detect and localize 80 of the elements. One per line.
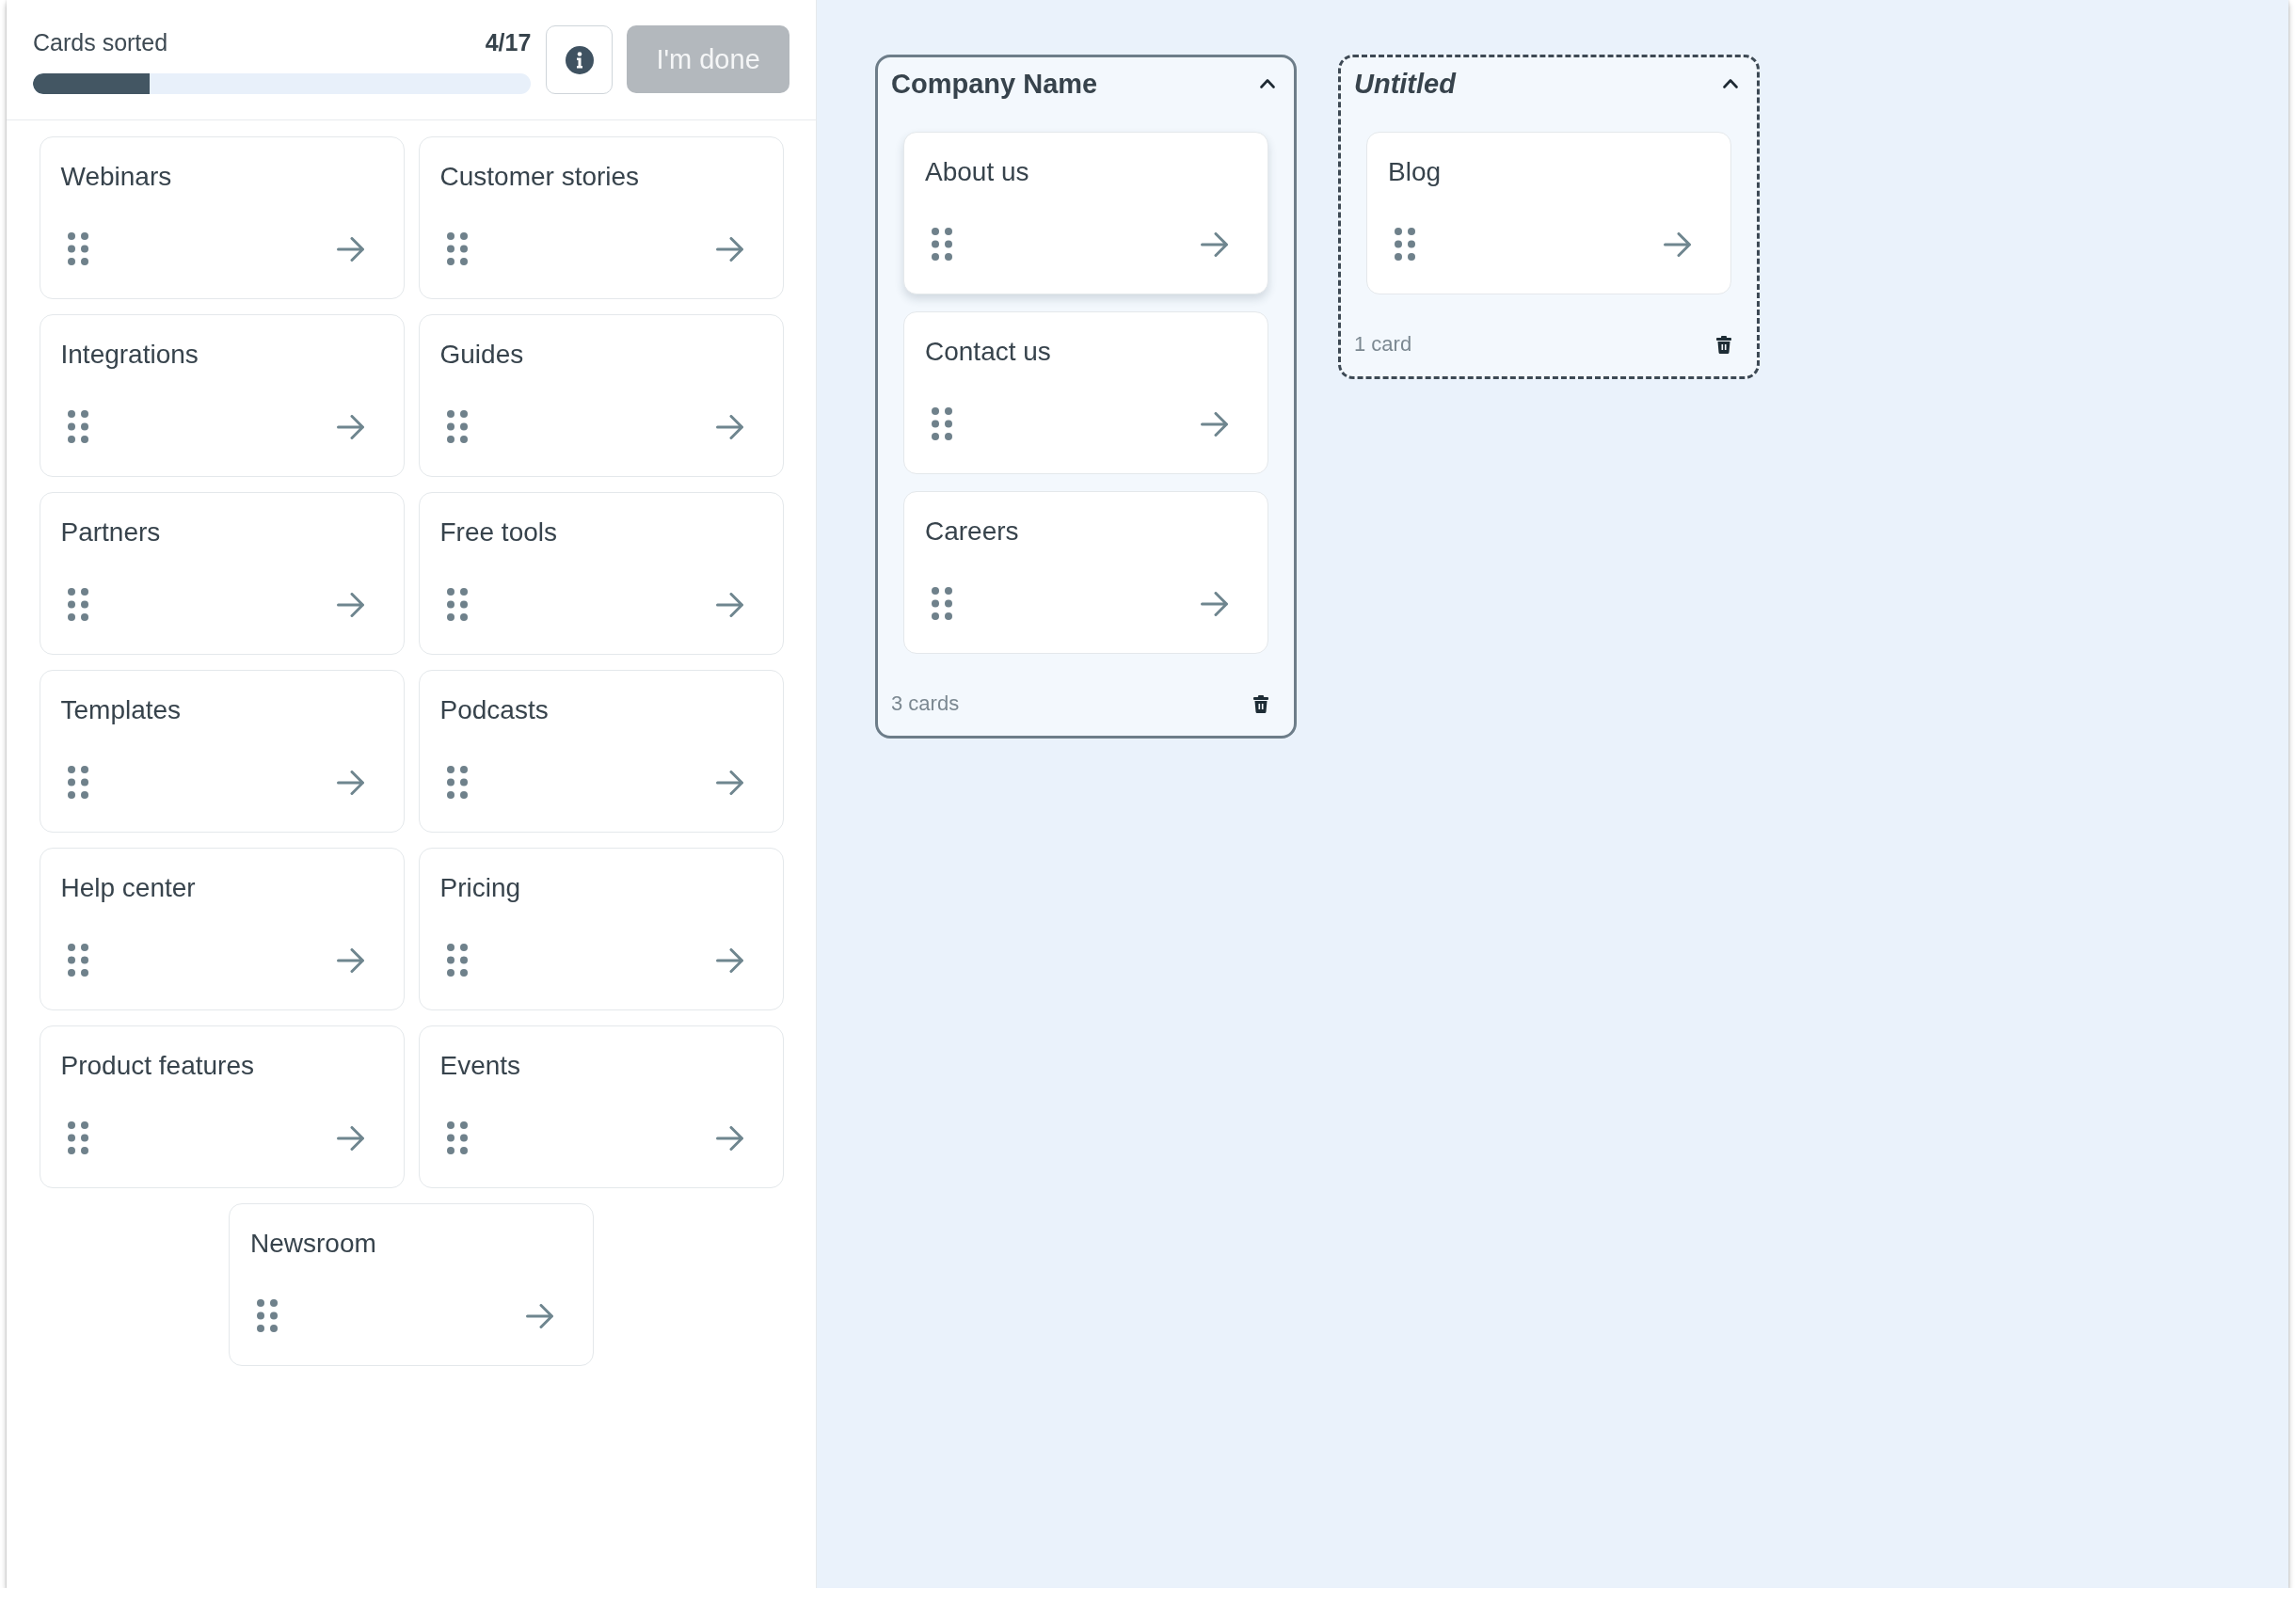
sort-card[interactable]: Help center xyxy=(39,848,405,1010)
sort-card[interactable]: Guides xyxy=(418,314,784,477)
card-title: Blog xyxy=(1388,156,1442,188)
info-icon xyxy=(565,45,594,74)
drag-handle-icon[interactable] xyxy=(67,1121,88,1154)
sort-card[interactable]: Webinars xyxy=(39,136,405,299)
sort-card[interactable]: Pricing xyxy=(418,848,784,1010)
card-title: Webinars xyxy=(60,161,172,193)
arrow-right-icon[interactable] xyxy=(715,414,743,439)
card-title: Templates xyxy=(60,694,182,726)
card-title: Help center xyxy=(60,872,196,904)
arrow-right-icon[interactable] xyxy=(336,592,364,617)
sort-card[interactable]: About us xyxy=(903,132,1268,294)
drag-handle-icon[interactable] xyxy=(67,588,88,621)
sort-card[interactable]: Newsroom xyxy=(229,1203,594,1366)
sort-card[interactable]: Customer stories xyxy=(418,136,784,299)
arrow-right-icon[interactable] xyxy=(715,236,743,262)
card-title: Free tools xyxy=(439,516,557,548)
info-button[interactable] xyxy=(546,25,614,94)
arrow-right-icon[interactable] xyxy=(715,770,743,795)
card-title: Guides xyxy=(439,339,524,371)
card-title: Podcasts xyxy=(439,694,549,726)
sort-card[interactable]: Events xyxy=(418,1025,784,1188)
trash-icon[interactable] xyxy=(1253,694,1268,713)
arrow-right-icon[interactable] xyxy=(715,1125,743,1151)
card-title: Partners xyxy=(60,516,161,548)
arrow-right-icon[interactable] xyxy=(526,1303,553,1328)
chevron-up-icon[interactable] xyxy=(1723,77,1738,90)
sort-card[interactable]: Product features xyxy=(39,1025,405,1188)
sort-card[interactable]: Partners xyxy=(39,492,405,655)
sort-card[interactable]: Podcasts xyxy=(418,670,784,833)
card-title: Careers xyxy=(925,516,1019,548)
card-title: Contact us xyxy=(925,336,1051,368)
card-title: Events xyxy=(439,1050,521,1082)
drag-handle-icon[interactable] xyxy=(446,766,468,799)
group-title: Company Name xyxy=(891,68,1098,101)
card-count: 1 card xyxy=(1354,332,1412,357)
sort-card[interactable]: Contact us xyxy=(903,311,1268,474)
drag-handle-icon[interactable] xyxy=(446,944,468,977)
drag-handle-icon[interactable] xyxy=(932,587,952,620)
card-title: Customer stories xyxy=(439,161,640,193)
group-title: Untitled xyxy=(1354,68,1456,101)
arrow-right-icon[interactable] xyxy=(336,947,364,973)
sort-card[interactable]: Integrations xyxy=(39,314,405,477)
drag-handle-icon[interactable] xyxy=(446,410,468,443)
drag-handle-icon[interactable] xyxy=(446,588,468,621)
card-count: 3 cards xyxy=(891,691,960,716)
arrow-right-icon[interactable] xyxy=(1201,411,1228,437)
arrow-right-icon[interactable] xyxy=(1201,231,1228,257)
drag-handle-icon[interactable] xyxy=(67,410,88,443)
arrow-right-icon[interactable] xyxy=(336,414,364,439)
sort-card[interactable]: Templates xyxy=(39,670,405,833)
card-title: Integrations xyxy=(60,339,199,371)
progress-count: 4/17 xyxy=(485,28,532,56)
drag-handle-icon[interactable] xyxy=(67,766,88,799)
sort-card[interactable]: Blog xyxy=(1366,132,1731,294)
drag-handle-icon[interactable] xyxy=(446,1121,468,1154)
trash-icon[interactable] xyxy=(1716,335,1731,354)
drag-handle-icon[interactable] xyxy=(1395,228,1415,261)
drag-handle-icon[interactable] xyxy=(932,228,952,261)
arrow-right-icon[interactable] xyxy=(336,770,364,795)
arrow-right-icon[interactable] xyxy=(1201,591,1228,616)
sort-card[interactable]: Free tools xyxy=(418,492,784,655)
arrow-right-icon[interactable] xyxy=(1664,231,1691,257)
card-title: Pricing xyxy=(439,872,521,904)
progress-label: Cards sorted xyxy=(33,28,168,56)
card-title: Newsroom xyxy=(250,1228,376,1260)
arrow-right-icon[interactable] xyxy=(336,1125,364,1151)
arrow-right-icon[interactable] xyxy=(336,236,364,262)
arrow-right-icon[interactable] xyxy=(715,592,743,617)
card-title: Product features xyxy=(60,1050,254,1082)
drag-handle-icon[interactable] xyxy=(257,1299,278,1332)
drag-handle-icon[interactable] xyxy=(67,232,88,265)
chevron-up-icon[interactable] xyxy=(1260,77,1275,90)
drag-handle-icon[interactable] xyxy=(67,944,88,977)
drag-handle-icon[interactable] xyxy=(932,407,952,440)
sort-card[interactable]: Careers xyxy=(903,491,1268,654)
drag-handle-icon[interactable] xyxy=(446,232,468,265)
arrow-right-icon[interactable] xyxy=(715,947,743,973)
card-title: About us xyxy=(925,156,1029,188)
